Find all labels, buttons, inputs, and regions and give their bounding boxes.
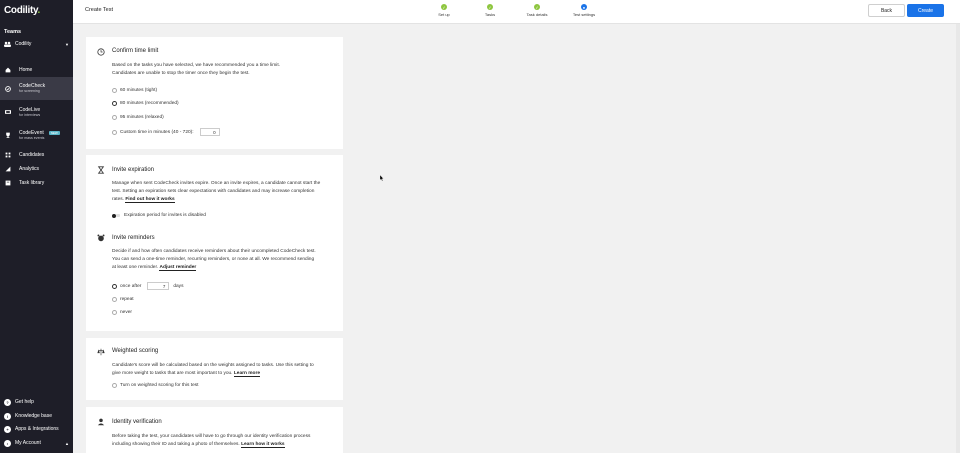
check-icon: ✓ — [534, 4, 540, 10]
get-help-link[interactable]: ? Get help — [4, 398, 69, 406]
weighted-scoring-title: Weighted scoring — [112, 348, 159, 354]
alarm-icon — [97, 234, 105, 242]
knowledge-base-link[interactable]: i Knowledge base — [4, 412, 69, 420]
time-limit-title: Confirm time limit — [112, 48, 159, 54]
radio-icon[interactable] — [112, 297, 117, 302]
weighted-scoring-toggle-row[interactable]: Turn on weighted scoring for this test — [112, 383, 198, 388]
time-option-60[interactable]: 60 minutes (tight) — [112, 88, 157, 93]
check-icon: ✓ — [487, 4, 493, 10]
radio-checked-icon[interactable] — [112, 283, 117, 289]
radio-icon[interactable] — [112, 310, 117, 315]
analytics-icon — [5, 166, 11, 171]
teams-label: Teams — [4, 29, 22, 35]
sidebar-item-candidates[interactable]: Candidates — [0, 150, 73, 159]
invite-expiration-desc: Manage when sent CodeCheck invites expir… — [112, 181, 321, 203]
team-name: Codility — [15, 41, 32, 47]
time-option-95[interactable]: 95 minutes (relaxed) — [112, 115, 164, 120]
find-out-how-link[interactable]: Find out how it works — [125, 197, 175, 203]
time-limit-card: Confirm time limit Based on the tasks yo… — [86, 37, 343, 149]
sidebar-item-codeevent[interactable]: CodeEvent NEW for mass events — [0, 127, 73, 143]
weighted-scoring-card: Weighted scoring Candidate's score will … — [86, 338, 343, 400]
back-button[interactable]: Back — [868, 4, 905, 17]
radio-icon[interactable] — [112, 88, 117, 93]
sidebar-item-task-library[interactable]: Task library — [0, 178, 73, 187]
check-icon: ✓ — [441, 4, 447, 10]
expiration-toggle[interactable] — [112, 213, 121, 218]
new-badge: NEW — [48, 130, 60, 135]
codecheck-icon — [5, 85, 11, 92]
expiration-toggle-row[interactable]: Expiration period for invites is disable… — [112, 213, 206, 218]
radio-icon[interactable] — [112, 115, 117, 120]
step-task-details[interactable]: ✓ Task details — [517, 4, 557, 17]
trophy-icon — [6, 132, 10, 138]
sidebar-item-analytics[interactable]: Analytics — [0, 164, 73, 173]
help-icon: ? — [4, 398, 11, 406]
checkbox-icon[interactable] — [112, 383, 117, 388]
team-icon — [4, 41, 11, 47]
identity-verification-desc: Before taking the test, your candidates … — [112, 434, 311, 448]
hourglass-icon — [97, 166, 105, 174]
reminder-days-input[interactable]: 7 — [147, 282, 170, 290]
reminder-repeat-option[interactable]: repeat — [112, 297, 134, 302]
time-option-80[interactable]: 80 minutes (recommended) — [112, 101, 179, 106]
my-account-link[interactable]: • My Account ▲ — [4, 439, 69, 447]
radio-checked-icon[interactable] — [112, 101, 117, 106]
create-button[interactable]: Create — [907, 4, 944, 17]
custom-time-input[interactable]: 0 — [199, 128, 220, 136]
page-scrollbar[interactable] — [956, 24, 960, 453]
user-icon — [97, 418, 105, 426]
home-icon — [5, 67, 11, 72]
learn-more-link[interactable]: Learn more — [233, 371, 260, 377]
page-title: Create Test — [85, 7, 114, 13]
invite-expiration-title: Invite expiration — [112, 167, 155, 173]
step-test-settings[interactable]: ● Test settings — [564, 4, 604, 17]
apps-icon: + — [4, 425, 11, 433]
identity-verification-title: Identity verification — [112, 419, 162, 425]
invite-reminders-title: Invite reminders — [112, 235, 155, 241]
sidebar-item-home[interactable]: Home — [0, 65, 73, 74]
current-step-icon: ● — [581, 4, 587, 10]
time-limit-desc: Based on the tasks you have selected, we… — [112, 63, 280, 76]
time-option-custom[interactable]: Custom time in minutes (40 - 720): 0 — [112, 128, 220, 136]
identity-verification-card: Identity verification Before taking the … — [86, 407, 343, 453]
invite-reminders-desc: Decide if and how often candidates recei… — [112, 249, 316, 271]
learn-how-link[interactable]: Learn how it works — [241, 442, 285, 448]
team-selector[interactable]: Codility ▼ — [4, 40, 69, 48]
reminder-once-option[interactable]: once after 7 days — [112, 282, 183, 290]
adjust-reminder-link[interactable]: Adjust reminder — [159, 265, 197, 271]
step-tasks[interactable]: ✓ Tasks — [470, 4, 510, 17]
scale-icon — [97, 348, 105, 356]
info-icon: i — [4, 412, 11, 420]
codility-logo[interactable]: Codility. — [4, 5, 40, 16]
sidebar: Codility. Teams Codility ▼ Home CodeChec… — [0, 0, 73, 453]
candidates-icon — [5, 152, 11, 157]
account-icon: • — [4, 439, 11, 447]
sidebar-item-codecheck[interactable]: CodeCheck for screening — [0, 77, 73, 100]
weighted-scoring-desc: Candidate's score will be calculated bas… — [112, 363, 314, 377]
reminder-never-option[interactable]: never — [112, 310, 132, 315]
clock-icon — [97, 48, 105, 56]
radio-icon[interactable] — [112, 129, 117, 135]
chevron-down-icon: ▼ — [65, 41, 69, 47]
step-set-up[interactable]: ✓ Set up — [424, 4, 464, 17]
sidebar-item-codelive[interactable]: CodeLive for interviews — [0, 104, 73, 120]
mouse-cursor-icon — [380, 175, 384, 181]
apps-integrations-link[interactable]: + Apps & Integrations — [4, 425, 69, 433]
library-icon — [5, 180, 11, 185]
invite-settings-card: Invite expiration Manage when sent CodeC… — [86, 155, 343, 331]
codelive-icon — [5, 110, 11, 114]
chevron-up-icon: ▲ — [65, 440, 69, 446]
top-bar: Create Test ✓ Set up ✓ Tasks ✓ Task deta… — [73, 0, 960, 24]
